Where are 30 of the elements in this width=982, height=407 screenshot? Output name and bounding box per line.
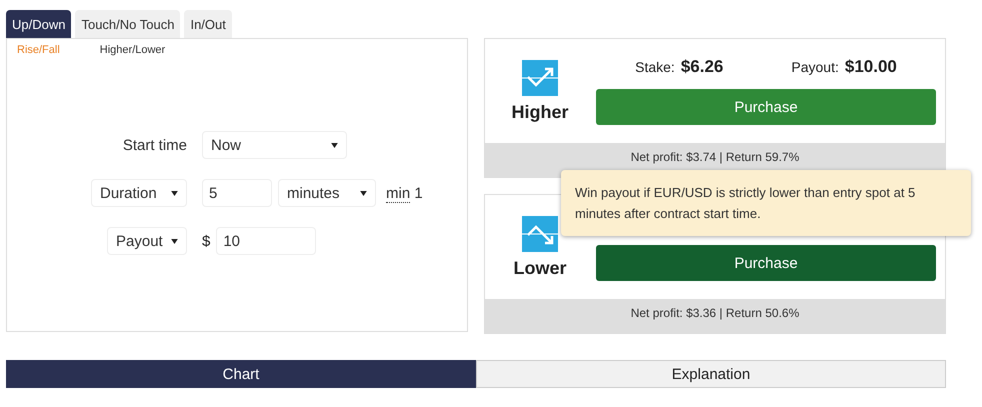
currency-symbol: $	[202, 232, 210, 250]
start-time-label: Start time	[122, 136, 187, 154]
tab[interactable]: Up/Down	[6, 10, 72, 38]
duration-select[interactable]: Duration	[91, 179, 187, 207]
subtab[interactable]: Higher/Lower	[100, 44, 166, 56]
start-time-select[interactable]: Now	[202, 131, 347, 159]
contract-title: Higher	[511, 102, 568, 122]
basis-select[interactable]: Payout	[107, 227, 187, 255]
tab[interactable]: Touch/No Touch	[75, 10, 180, 38]
duration-input[interactable]: 5	[202, 179, 272, 207]
contract-title: Lower	[513, 258, 566, 278]
caret-icon	[171, 190, 178, 196]
purchase-button[interactable]: Purchase	[596, 89, 936, 125]
caret-icon	[171, 238, 178, 244]
payout-value: $10.00	[844, 57, 897, 77]
caret-icon	[360, 190, 367, 196]
purchase-button[interactable]: Purchase	[596, 245, 936, 281]
stake-label: Stake:	[635, 59, 675, 75]
net-profit-text: Net profit: $3.36 | Return 50.6%	[630, 306, 800, 320]
tab[interactable]: Explanation	[476, 360, 946, 388]
caret-icon	[331, 142, 338, 148]
amount-input[interactable]: 10	[216, 227, 316, 255]
net-profit-text: Net profit: $3.74 | Return 59.7%	[630, 150, 800, 164]
min-duration-label: min 1	[386, 184, 423, 202]
tooltip: Win payout if EUR/USD is strictly lower than entry spot at 5 minutes after contract start time.	[561, 170, 971, 236]
tab[interactable]: In/Out	[184, 10, 232, 38]
unit-select[interactable]: minutes	[278, 179, 376, 207]
stake-value: $6.26	[680, 57, 724, 77]
payout-label: Payout:	[791, 59, 839, 75]
tab[interactable]: Chart	[6, 360, 476, 388]
